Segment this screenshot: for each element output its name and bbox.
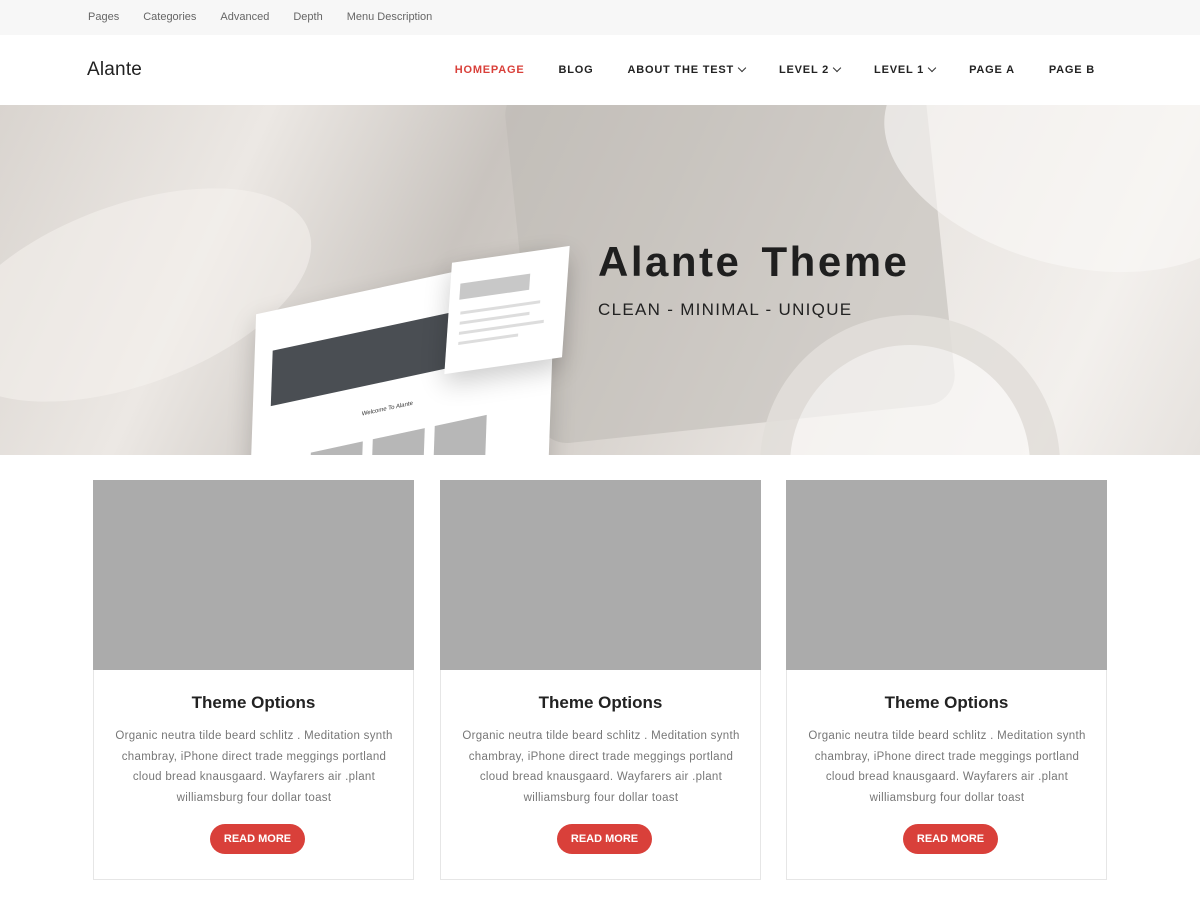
mockup-thumb bbox=[433, 414, 487, 455]
top-menu-item-depth[interactable]: Depth bbox=[293, 10, 322, 24]
nav-label: PAGE A bbox=[969, 64, 1015, 76]
mockup-caption: Welcome To Alante bbox=[361, 400, 413, 418]
card-title[interactable]: Theme Options bbox=[441, 693, 760, 713]
chevron-down-icon bbox=[927, 63, 937, 73]
mockup-line bbox=[458, 333, 519, 346]
top-menu: Pages Categories Advanced Depth Menu Des… bbox=[88, 10, 456, 24]
mockup-thumb bbox=[309, 441, 363, 455]
top-menu-item-pages[interactable]: Pages bbox=[88, 10, 119, 24]
nav-label: LEVEL 1 bbox=[874, 64, 925, 76]
top-menu-item-advanced[interactable]: Advanced bbox=[220, 10, 269, 24]
nav-label: HOMEPAGE bbox=[454, 64, 525, 76]
nav-item-blog[interactable]: BLOG bbox=[558, 64, 593, 76]
feature-card: Theme Options Organic neutra tilde beard… bbox=[93, 480, 414, 880]
chevron-down-icon bbox=[832, 63, 842, 73]
card-title[interactable]: Theme Options bbox=[787, 693, 1106, 713]
card-image-placeholder[interactable] bbox=[786, 480, 1107, 670]
feature-card: Theme Options Organic neutra tilde beard… bbox=[440, 480, 761, 880]
theme-mockup-page bbox=[444, 245, 570, 375]
card-image-placeholder[interactable] bbox=[93, 480, 414, 670]
site-logo[interactable]: Alante bbox=[87, 59, 142, 81]
mockup-thumb bbox=[371, 428, 425, 455]
top-menu-item-menu-description[interactable]: Menu Description bbox=[347, 10, 433, 24]
main-nav: HOMEPAGE BLOG ABOUT THE TEST LEVEL 2 LEV… bbox=[421, 63, 1095, 76]
read-more-button[interactable]: READ MORE bbox=[903, 824, 998, 854]
nav-label: LEVEL 2 bbox=[779, 64, 830, 76]
card-text: Organic neutra tilde beard schlitz . Med… bbox=[462, 730, 740, 805]
nav-label: ABOUT THE TEST bbox=[627, 64, 735, 76]
nav-label: PAGE B bbox=[1048, 64, 1095, 76]
nav-item-level-2[interactable]: LEVEL 2 bbox=[779, 63, 842, 76]
nav-label: BLOG bbox=[558, 64, 594, 76]
nav-item-homepage[interactable]: HOMEPAGE bbox=[455, 64, 525, 76]
card-image-placeholder[interactable] bbox=[440, 480, 761, 670]
site-header: Alante HOMEPAGE BLOG ABOUT THE TEST LEVE… bbox=[0, 35, 1200, 105]
card-text: Organic neutra tilde beard schlitz . Med… bbox=[115, 730, 393, 805]
hero-banner: Welcome To Alante Alante Theme CLEAN - M… bbox=[0, 105, 1200, 455]
nav-item-page-a[interactable]: PAGE A bbox=[969, 64, 1015, 76]
nav-item-level-1[interactable]: LEVEL 1 bbox=[874, 63, 937, 76]
feature-card: Theme Options Organic neutra tilde beard… bbox=[786, 480, 1107, 880]
read-more-button[interactable]: READ MORE bbox=[557, 824, 652, 854]
top-bar: Pages Categories Advanced Depth Menu Des… bbox=[0, 0, 1200, 35]
chevron-down-icon bbox=[737, 63, 747, 73]
card-title[interactable]: Theme Options bbox=[94, 693, 413, 713]
hero-title: Alante Theme bbox=[598, 238, 910, 285]
top-menu-item-categories[interactable]: Categories bbox=[143, 10, 196, 24]
card-text: Organic neutra tilde beard schlitz . Med… bbox=[808, 730, 1086, 805]
hero-subtitle: CLEAN - MINIMAL - UNIQUE bbox=[598, 300, 853, 319]
read-more-button[interactable]: READ MORE bbox=[210, 824, 305, 854]
nav-item-about-the-test[interactable]: ABOUT THE TEST bbox=[627, 63, 747, 76]
nav-item-page-b[interactable]: PAGE B bbox=[1049, 64, 1095, 76]
mockup-header-block bbox=[459, 273, 531, 300]
